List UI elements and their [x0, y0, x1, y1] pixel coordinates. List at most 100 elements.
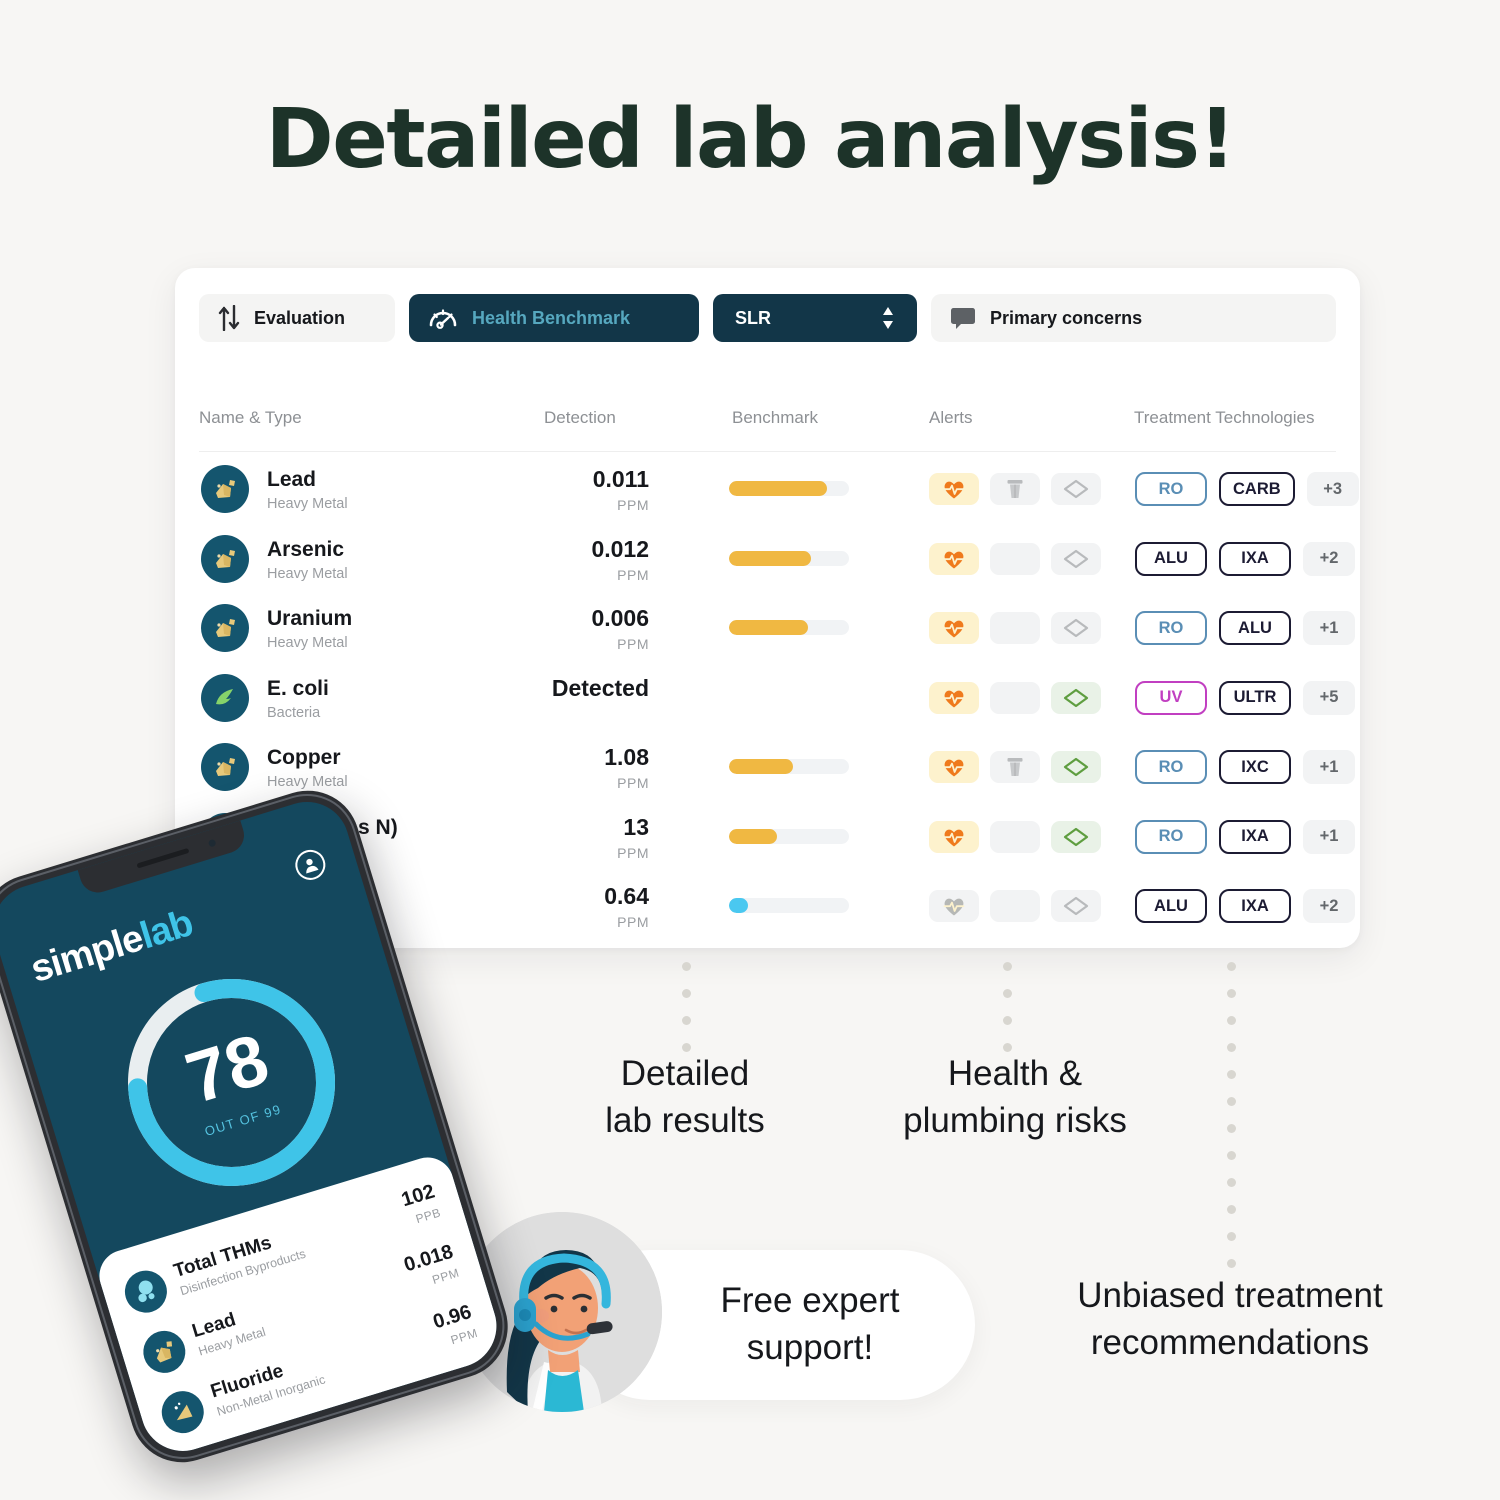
health-alert-icon[interactable] [929, 542, 979, 575]
environment-alert-icon[interactable] [1051, 681, 1101, 714]
benchmark-bar [729, 898, 849, 913]
environment-alert-icon [1063, 688, 1089, 707]
bacteria-icon [216, 688, 233, 704]
treatment-group: RO IXA +1 [1135, 819, 1355, 854]
treatment-tag[interactable]: UV [1135, 680, 1207, 715]
phone-camera [207, 838, 217, 848]
detection-unit: PPM [617, 497, 649, 513]
environment-alert-icon[interactable] [1051, 890, 1101, 922]
treatment-more-count[interactable]: +1 [1303, 819, 1355, 854]
alerts-group [929, 542, 1101, 575]
list-item-unit: PPB [414, 1205, 443, 1227]
list-item-avatar [174, 1446, 228, 1462]
treatment-tag[interactable]: RO [1135, 611, 1207, 645]
table-row[interactable]: Lead Heavy Metal 0.011 PPM RO CARB +3 [199, 454, 1359, 524]
treatment-tag[interactable]: RO [1135, 472, 1207, 506]
treatment-group: RO IXC +1 [1135, 750, 1355, 784]
sort-arrows-icon [218, 305, 240, 331]
treatment-tag[interactable]: ALU [1135, 541, 1207, 576]
connector-dot [682, 989, 691, 998]
detection-value: 13 [623, 813, 649, 840]
treatment-tag[interactable]: IXA [1219, 889, 1291, 923]
health-alert-icon[interactable] [929, 681, 979, 714]
stepper-arrows-icon[interactable] [881, 305, 895, 331]
health-alert-icon[interactable] [929, 820, 979, 853]
phone-body: simplelab 78 OUT OF 99 Total THMs Disinfe… [0, 777, 521, 1476]
table-column-headers: Name & Type Detection Benchmark Alerts T… [199, 408, 1336, 452]
contaminant-name: Lead [267, 468, 317, 491]
environment-alert-icon[interactable] [1051, 542, 1101, 575]
phone-speaker [136, 847, 190, 869]
plumbing-alert-icon[interactable] [990, 612, 1040, 644]
environment-alert-icon[interactable] [1051, 820, 1101, 853]
heavy-metal-icon [156, 1341, 173, 1363]
primary-concerns-button[interactable]: Primary concerns [931, 294, 1336, 342]
treatment-more-count[interactable]: +2 [1303, 889, 1355, 923]
connector-dot [1003, 962, 1012, 971]
treatment-tag[interactable]: RO [1135, 750, 1207, 784]
list-item-avatar [156, 1385, 209, 1439]
plumbing-alert-icon[interactable] [990, 820, 1040, 853]
plumbing-alert-icon[interactable] [990, 890, 1040, 922]
health-benchmark-button[interactable]: Health Benchmark [409, 294, 699, 342]
list-item-avatar [138, 1325, 191, 1379]
table-row[interactable]: Uranium Heavy Metal 0.006 PPM RO ALU +1 [199, 593, 1355, 663]
table-row[interactable]: Arsenic Heavy Metal 0.012 PPM ALU IXA +2 [199, 524, 1355, 594]
speech-bubble-icon [951, 308, 975, 329]
environment-alert-icon [1063, 479, 1089, 499]
treatment-more-count[interactable]: +2 [1303, 541, 1355, 576]
phone-screen: simplelab 78 OUT OF 99 Total THMs Disinfe… [0, 791, 507, 1462]
environment-alert-icon[interactable] [1051, 751, 1101, 783]
treatment-group: ALU IXA +2 [1135, 541, 1355, 576]
plumbing-alert-icon[interactable] [990, 473, 1040, 505]
treatment-more-count[interactable]: +3 [1306, 472, 1359, 506]
connector-dot [1227, 1016, 1236, 1025]
water-score-gauge: 78 OUT OF 99 [92, 943, 372, 1223]
plumbing-alert-icon[interactable] [990, 681, 1040, 714]
treatment-group: ALU IXA +2 [1135, 889, 1355, 923]
environment-alert-icon [1063, 896, 1089, 916]
alerts-group [929, 820, 1101, 853]
health-alert-icon[interactable] [929, 890, 979, 922]
connector-dot [1227, 1043, 1236, 1052]
slr-select[interactable]: SLR [713, 294, 917, 342]
treatment-tag[interactable]: ALU [1219, 611, 1291, 645]
app-logo-first: simple [26, 917, 148, 991]
plumbing-alert-icon [1007, 758, 1023, 776]
treatment-tag[interactable]: IXA [1219, 819, 1291, 854]
plumbing-alert-icon[interactable] [990, 542, 1040, 575]
treatment-more-count[interactable]: +1 [1303, 750, 1355, 784]
contaminant-type: Heavy Metal [267, 565, 348, 582]
treatment-tag[interactable]: RO [1135, 819, 1207, 854]
treatment-tag[interactable]: ALU [1135, 889, 1207, 923]
connector-dot [1227, 1205, 1236, 1214]
treatment-tag[interactable]: CARB [1219, 472, 1295, 506]
health-alert-icon[interactable] [929, 751, 979, 783]
connector-dot [1227, 989, 1236, 998]
detection-unit: PPM [617, 844, 649, 861]
connector-dot [1227, 1070, 1236, 1079]
health-alert-icon[interactable] [929, 612, 979, 644]
connector-dot [1227, 1259, 1236, 1268]
treatment-tag[interactable]: IXC [1219, 750, 1291, 784]
treatment-tag[interactable]: ULTR [1219, 680, 1291, 715]
treatment-more-count[interactable]: +1 [1303, 611, 1355, 645]
benchmark-bar [729, 759, 849, 774]
caption-free-expert-support: Free expert support! [720, 1281, 900, 1368]
environment-alert-icon[interactable] [1051, 473, 1101, 505]
treatment-more-count[interactable]: +5 [1303, 680, 1355, 715]
environment-alert-icon[interactable] [1051, 612, 1101, 644]
user-avatar-icon[interactable] [291, 846, 330, 884]
connector-dot [1227, 1178, 1236, 1187]
connector-dot [1227, 962, 1236, 971]
table-row[interactable]: E. coli Bacteria Detected UV ULTR +5 [199, 663, 1355, 733]
detection-unit: PPM [617, 566, 649, 583]
contaminant-name: Arsenic [267, 537, 345, 561]
contaminant-name: Copper [267, 746, 341, 769]
plumbing-alert-icon[interactable] [990, 751, 1040, 783]
health-alert-icon[interactable] [929, 473, 979, 505]
evaluation-filter-button[interactable]: Evaluation [199, 294, 395, 342]
detection-unit: PPM [617, 636, 649, 652]
benchmark-bar [729, 481, 849, 496]
treatment-tag[interactable]: IXA [1219, 541, 1291, 576]
